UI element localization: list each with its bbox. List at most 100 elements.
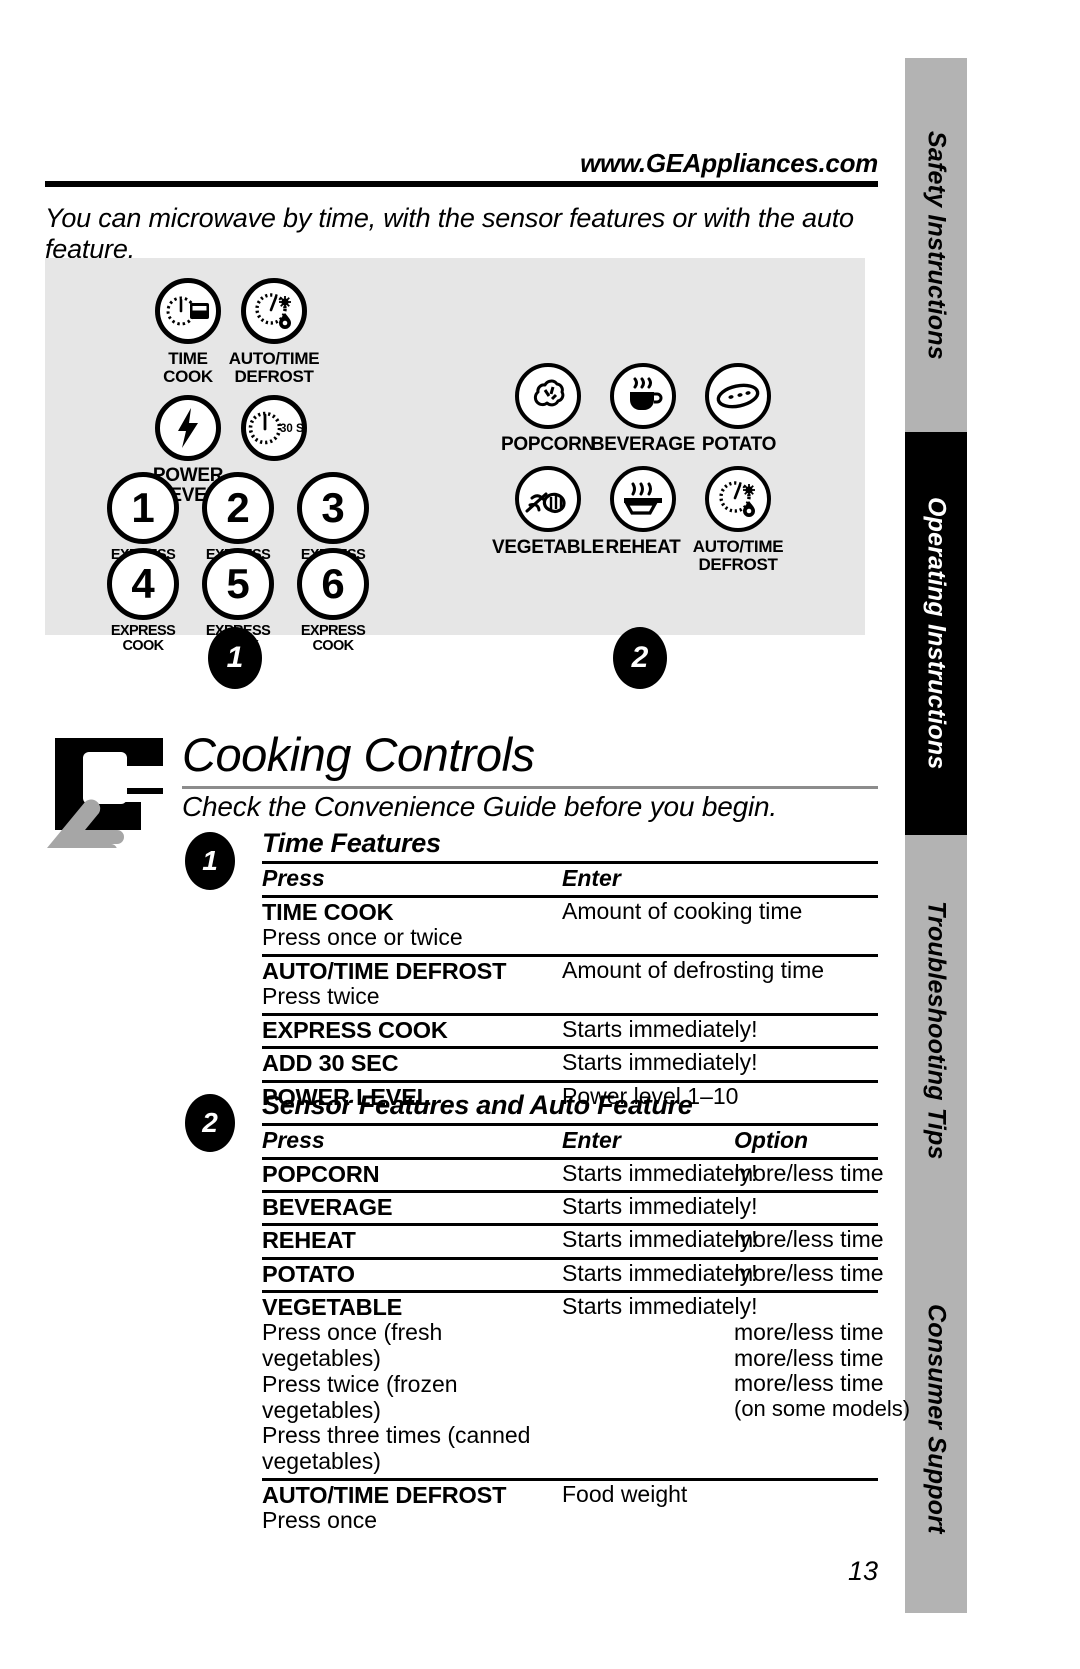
press-label: TIME COOK [262, 898, 394, 925]
enter-label: Starts immediately! [562, 1290, 758, 1480]
potato-label: POTATO [701, 434, 777, 455]
callout-number: 2 [631, 641, 649, 674]
express-cook-button-3[interactable]: 3 [297, 472, 369, 544]
add-30-sec-icon: 30 SEC. [248, 411, 302, 445]
table-row-vegetable: VEGETABLE Press once (fresh vegetables) … [262, 1290, 911, 1480]
header-divider [45, 181, 878, 187]
press-label: REHEAT [262, 1227, 356, 1254]
intro-text: You can microwave by time, with the sens… [45, 203, 854, 264]
auto-time-defrost-button-2[interactable] [705, 466, 771, 532]
column-header-press: Press [262, 1123, 562, 1159]
enter-label: Amount of cooking time [562, 894, 878, 956]
time-features-table-wrap: Time Features Press Enter TIME COOK Pres… [262, 828, 878, 1113]
table-row: TIME COOK Press once or twice Amount of … [262, 894, 878, 956]
power-level-button[interactable] [155, 395, 221, 461]
beverage-icon [630, 377, 663, 410]
express-cook-label-6: EXPRESS COOK [300, 623, 366, 655]
press-label: AUTO/TIME DEFROST [262, 1481, 507, 1508]
sidebar-tab-label: Operating Instructions [922, 497, 951, 770]
reheat-button[interactable] [610, 466, 676, 532]
express-cook-button-5[interactable]: 5 [202, 548, 274, 620]
time-features-title: Time Features [262, 828, 441, 858]
express-cook-button-1[interactable]: 1 [107, 472, 179, 544]
page-number: 13 [847, 1556, 878, 1586]
option-label: more/less time [734, 1318, 884, 1345]
table-row: BEVERAGE Starts immediately! [262, 1190, 878, 1225]
vegetable-button[interactable] [515, 466, 581, 532]
sidebar-tab-troubleshooting-tips[interactable]: Troubleshooting Tips [905, 835, 967, 1225]
table-row: AUTO/TIME DEFROST Press twice Amount of … [262, 953, 878, 1015]
press-label: AUTO/TIME DEFROST [262, 957, 507, 984]
table-header-row: Press Enter [262, 861, 878, 897]
beverage-button[interactable] [610, 363, 676, 429]
table-row: EXPRESS COOK Starts immediately! [262, 1012, 878, 1048]
option-label: more/less time [734, 1370, 884, 1397]
pointing-hand-icon [47, 738, 163, 848]
add-30-sec-button[interactable]: 30 SEC. [241, 395, 307, 461]
column-header-enter: Enter [562, 861, 878, 897]
table-row: AUTO/TIME DEFROST Press once Food weight [262, 1477, 878, 1537]
enter-label: Food weight [562, 1477, 734, 1537]
title-divider [182, 786, 878, 789]
auto-time-defrost-label-2: AUTO/TIME DEFROST [692, 537, 784, 574]
express-cook-button-2[interactable]: 2 [202, 472, 274, 544]
auto-time-defrost-button[interactable] [241, 278, 307, 344]
enter-label: Starts immediately! [562, 1012, 878, 1048]
express-cook-number: 4 [131, 560, 155, 607]
press-label: BEVERAGE [262, 1194, 393, 1221]
snowflake-icon [279, 296, 291, 308]
callout-number: 1 [226, 641, 244, 674]
option-note: (on some models) [734, 1396, 911, 1421]
express-cook-number: 2 [226, 484, 250, 531]
enter-label: Starts immediately! [562, 1256, 758, 1292]
callout-badge-2: 2 [613, 627, 667, 689]
page-content: www.GEAppliances.com You can microwave b… [0, 0, 911, 1669]
express-cook-number: 3 [321, 484, 345, 531]
lightning-bolt-icon [178, 408, 198, 448]
column-header-enter: Enter [562, 1123, 734, 1159]
vegetable-icon [525, 492, 566, 513]
callout-badge-1: 1 [208, 627, 262, 689]
press-sublabel: Press three times (canned vegetables) [262, 1422, 531, 1475]
press-label: POTATO [262, 1260, 355, 1287]
option-label [734, 1477, 878, 1537]
sidebar-tab-consumer-support[interactable]: Consumer Support [905, 1225, 967, 1613]
badge-number: 1 [202, 845, 218, 876]
sensor-features-table: Press Enter Option POPCORN Starts immedi… [262, 1123, 911, 1537]
option-label: more/less time [734, 1223, 884, 1259]
press-label: EXPRESS COOK [262, 1016, 448, 1043]
enter-label: Amount of defrosting time [562, 953, 878, 1015]
control-panel-illustration: TIME COOK AUTO/TIME DEFROST POWER LEVEL … [45, 258, 865, 654]
table-row: ADD 30 SEC Starts immediately! [262, 1046, 878, 1081]
popcorn-icon [533, 379, 565, 407]
express-cook-button-4[interactable]: 4 [107, 548, 179, 620]
table-row: REHEAT Starts immediately! more/less tim… [262, 1223, 884, 1259]
popcorn-button[interactable] [515, 363, 581, 429]
express-cook-button-6[interactable]: 6 [297, 548, 369, 620]
enter-label: Starts immediately! [562, 1156, 758, 1192]
enter-label: Starts immediately! [562, 1223, 758, 1259]
option-label: more/less time [734, 1344, 884, 1371]
badge-number: 2 [202, 1107, 218, 1138]
sidebar-tab-label: Safety Instructions [922, 130, 951, 360]
page-title: Cooking Controls [182, 728, 535, 781]
sidebar-tab-label: Consumer Support [922, 1304, 951, 1534]
press-sublabel: Press once (fresh vegetables) [262, 1319, 443, 1372]
press-label: POPCORN [262, 1160, 380, 1187]
snowflake-icon [743, 484, 755, 496]
time-cook-button[interactable] [155, 278, 221, 344]
time-cook-icon [166, 296, 209, 326]
enter-label: Starts immediately! [562, 1190, 758, 1225]
table-row: POTATO Starts immediately! more/less tim… [262, 1256, 884, 1292]
press-sublabel: Press twice (frozen vegetables) [262, 1370, 458, 1423]
page-subtitle: Check the Convenience Guide before you b… [182, 791, 777, 822]
svg-text:30 SEC.: 30 SEC. [280, 423, 302, 435]
press-label: VEGETABLE [262, 1294, 403, 1320]
sidebar-tab-operating-instructions[interactable]: Operating Instructions [905, 432, 967, 835]
potato-button[interactable] [705, 363, 771, 429]
time-features-table: Press Enter TIME COOK Press once or twic… [262, 861, 878, 1113]
sidebar-tab-safety-instructions[interactable]: Safety Instructions [905, 58, 967, 432]
press-sublabel: Press once or twice [262, 924, 463, 951]
table-header-row: Press Enter Option [262, 1123, 878, 1159]
table-row: POPCORN Starts immediately! more/less ti… [262, 1156, 884, 1192]
